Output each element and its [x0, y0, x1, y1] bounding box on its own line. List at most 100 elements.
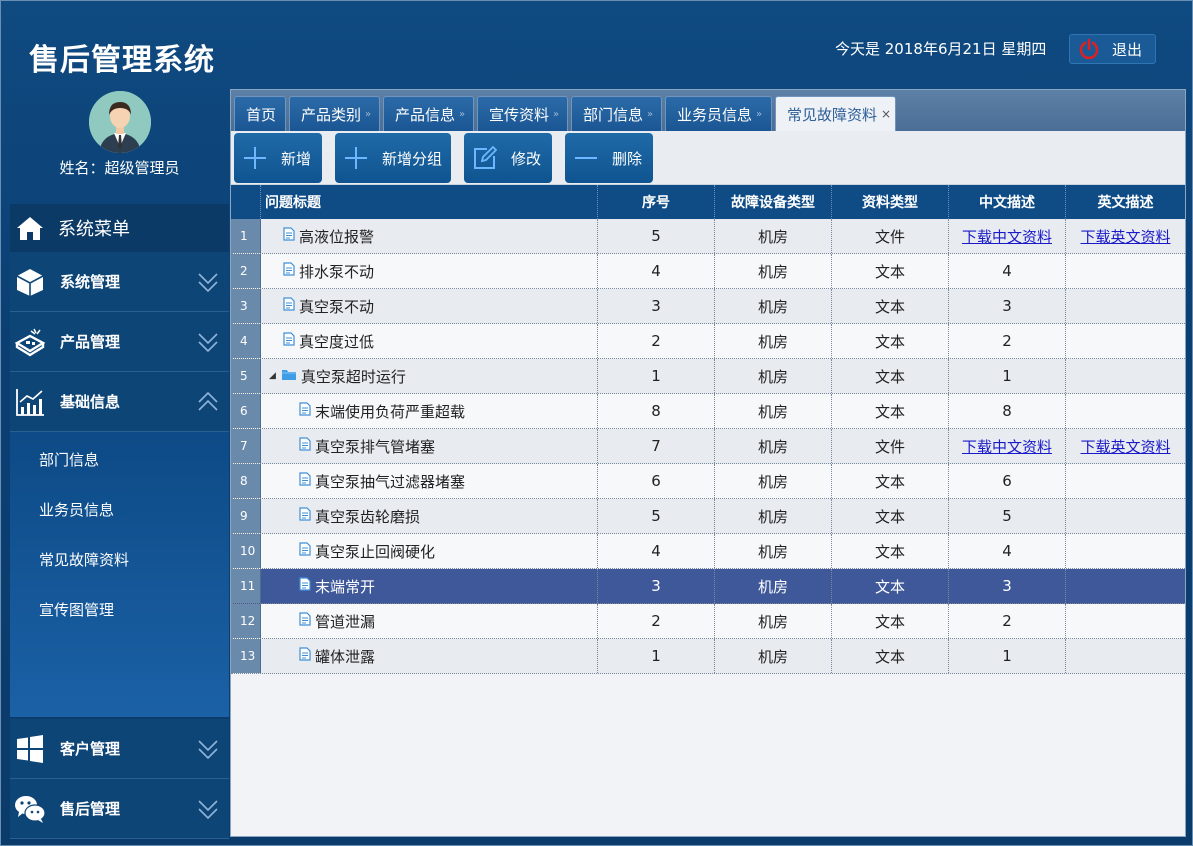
- close-icon[interactable]: »: [756, 109, 762, 120]
- tab-department[interactable]: 部门信息»: [571, 96, 662, 131]
- user-name: 姓名：超级管理员: [59, 159, 180, 177]
- delete-label: 删除: [612, 149, 643, 168]
- table-row[interactable]: 7 真空泵排气管堵塞 7 机房 文件 下载中文资料 下载英文资料: [231, 429, 1185, 464]
- column-header[interactable]: 故障设备类型: [715, 185, 832, 219]
- tab-salesman[interactable]: 业务员信息»: [665, 96, 772, 131]
- tab-bar: 首页 产品类别» 产品信息» 宣传资料» 部门信息» 业务员信息» 常见故障资料…: [231, 90, 1185, 131]
- en-cell: [1066, 464, 1185, 498]
- column-header[interactable]: 中文描述: [949, 185, 1066, 219]
- cn-cell[interactable]: 下载中文资料: [949, 429, 1066, 463]
- title-cell[interactable]: 排水泵不动: [261, 254, 598, 288]
- tab-product-category[interactable]: 产品类别»: [289, 96, 380, 131]
- close-icon[interactable]: »: [459, 109, 465, 120]
- seq-value: 6: [651, 472, 661, 490]
- table-row[interactable]: 5 ◢ 真空泵超时运行 1 机房 文本 1: [231, 359, 1185, 394]
- title-text: 真空泵止回阀硬化: [315, 542, 436, 561]
- title-cell[interactable]: 罐体泄露: [261, 639, 598, 673]
- submenu-item-salesman[interactable]: 业务员信息: [39, 499, 114, 520]
- table-row[interactable]: 6 末端使用负荷严重超载 8 机房 文本 8: [231, 394, 1185, 429]
- submenu-item-promo-images[interactable]: 宣传图管理: [39, 599, 114, 620]
- title-cell[interactable]: 真空泵止回阀硬化: [261, 534, 598, 568]
- menu-group-label: 系统管理: [60, 273, 121, 291]
- delete-button[interactable]: 删除: [565, 133, 653, 183]
- tab-fault-info[interactable]: 常见故障资料 ×: [775, 96, 896, 131]
- title-cell[interactable]: 真空泵齿轮磨损: [261, 499, 598, 533]
- add-group-button[interactable]: 新增分组: [335, 133, 451, 183]
- logout-button[interactable]: 退出: [1069, 34, 1156, 64]
- table-row[interactable]: 10 真空泵止回阀硬化 4 机房 文本 4: [231, 534, 1185, 569]
- device-cell: 机房: [715, 604, 832, 638]
- menu-group-basic-info[interactable]: 基础信息: [10, 372, 229, 432]
- en-cell[interactable]: 下载英文资料: [1066, 429, 1185, 463]
- title-cell[interactable]: 真空泵抽气过滤器堵塞: [261, 464, 598, 498]
- en-cell[interactable]: 下载英文资料: [1066, 219, 1185, 253]
- download-chinese-link[interactable]: 下载中文资料: [962, 226, 1052, 247]
- table-row[interactable]: 9 真空泵齿轮磨损 5 机房 文本 5: [231, 499, 1185, 534]
- tab-product-info[interactable]: 产品信息»: [383, 96, 474, 131]
- en-cell: [1066, 499, 1185, 533]
- tab-promo-material[interactable]: 宣传资料»: [477, 96, 568, 131]
- close-icon[interactable]: »: [365, 109, 371, 120]
- product-icon: [14, 326, 46, 358]
- submenu-basic-info: 部门信息 业务员信息 常见故障资料 宣传图管理: [10, 432, 229, 717]
- column-header[interactable]: 问题标题: [261, 185, 598, 219]
- seq-cell: 3: [598, 289, 715, 323]
- cn-cell[interactable]: 下载中文资料: [949, 219, 1066, 253]
- main-panel: 首页 产品类别» 产品信息» 宣传资料» 部门信息» 业务员信息» 常见故障资料…: [230, 89, 1186, 837]
- title-cell[interactable]: 真空度过低: [261, 324, 598, 358]
- cn-cell: 3: [949, 289, 1066, 323]
- seq-value: 2: [651, 612, 661, 630]
- submenu-item-department[interactable]: 部门信息: [39, 449, 99, 470]
- table-row[interactable]: 4 真空度过低 2 机房 文本 2: [231, 324, 1185, 359]
- column-header[interactable]: 序号: [598, 185, 715, 219]
- device-cell: 机房: [715, 464, 832, 498]
- table-row[interactable]: 13 罐体泄露 1 机房 文本 1: [231, 639, 1185, 674]
- doc-cell: 文本: [832, 604, 949, 638]
- table-row[interactable]: 11 末端常开 3 机房 文本 3: [231, 569, 1185, 604]
- column-header[interactable]: 资料类型: [832, 185, 949, 219]
- power-icon: [1079, 38, 1099, 60]
- download-english-link[interactable]: 下载英文资料: [1080, 226, 1170, 247]
- en-cell: [1066, 569, 1185, 603]
- title-cell[interactable]: 末端常开: [261, 569, 598, 603]
- sidebar: 姓名：超级管理员 系统菜单 系统管理 产品管理 基础信息 部门信息 业务员信息 …: [10, 87, 229, 841]
- table-row[interactable]: 3 真空泵不动 3 机房 文本 3: [231, 289, 1185, 324]
- device-cell: 机房: [715, 569, 832, 603]
- table-row[interactable]: 8 真空泵抽气过滤器堵塞 6 机房 文本 6: [231, 464, 1185, 499]
- windows-icon: [14, 733, 46, 765]
- table-row[interactable]: 2 排水泵不动 4 机房 文本 4: [231, 254, 1185, 289]
- column-header[interactable]: 英文描述: [1066, 185, 1185, 219]
- cn-value: 4: [1002, 262, 1012, 280]
- title-cell[interactable]: 真空泵不动: [261, 289, 598, 323]
- close-icon[interactable]: »: [553, 109, 559, 120]
- tab-home[interactable]: 首页: [234, 96, 286, 131]
- cn-cell: 2: [949, 324, 1066, 358]
- document-icon: [299, 507, 311, 525]
- table-row[interactable]: 12 管道泄漏 2 机房 文本 2: [231, 604, 1185, 639]
- cn-value: 3: [1002, 297, 1012, 315]
- menu-group-customer[interactable]: 客户管理: [10, 719, 229, 779]
- table-row[interactable]: 1 高液位报警 5 机房 文件 下载中文资料 下载英文资料: [231, 219, 1185, 254]
- menu-group-after-sales[interactable]: 售后管理: [10, 779, 229, 839]
- edit-button[interactable]: 修改: [464, 133, 552, 183]
- title-cell[interactable]: 真空泵排气管堵塞: [261, 429, 598, 463]
- title-cell[interactable]: 高液位报警: [261, 219, 598, 253]
- row-number: 5: [231, 359, 261, 393]
- device-cell: 机房: [715, 219, 832, 253]
- title-cell[interactable]: 管道泄漏: [261, 604, 598, 638]
- add-button[interactable]: 新增: [234, 133, 322, 183]
- tab-label: 首页: [246, 105, 277, 124]
- user-profile: 姓名：超级管理员: [10, 87, 229, 202]
- cn-cell: 4: [949, 534, 1066, 568]
- close-icon[interactable]: »: [647, 109, 653, 120]
- expand-arrow-icon[interactable]: ◢: [269, 371, 276, 381]
- submenu-item-fault-info[interactable]: 常见故障资料: [39, 549, 129, 570]
- title-cell[interactable]: ◢ 真空泵超时运行: [261, 359, 598, 393]
- menu-group-system[interactable]: 系统管理: [10, 252, 229, 312]
- doc-cell: 文本: [832, 499, 949, 533]
- close-icon[interactable]: ×: [881, 107, 891, 121]
- download-english-link[interactable]: 下载英文资料: [1080, 436, 1170, 457]
- download-chinese-link[interactable]: 下载中文资料: [962, 436, 1052, 457]
- menu-group-product[interactable]: 产品管理: [10, 312, 229, 372]
- title-cell[interactable]: 末端使用负荷严重超载: [261, 394, 598, 428]
